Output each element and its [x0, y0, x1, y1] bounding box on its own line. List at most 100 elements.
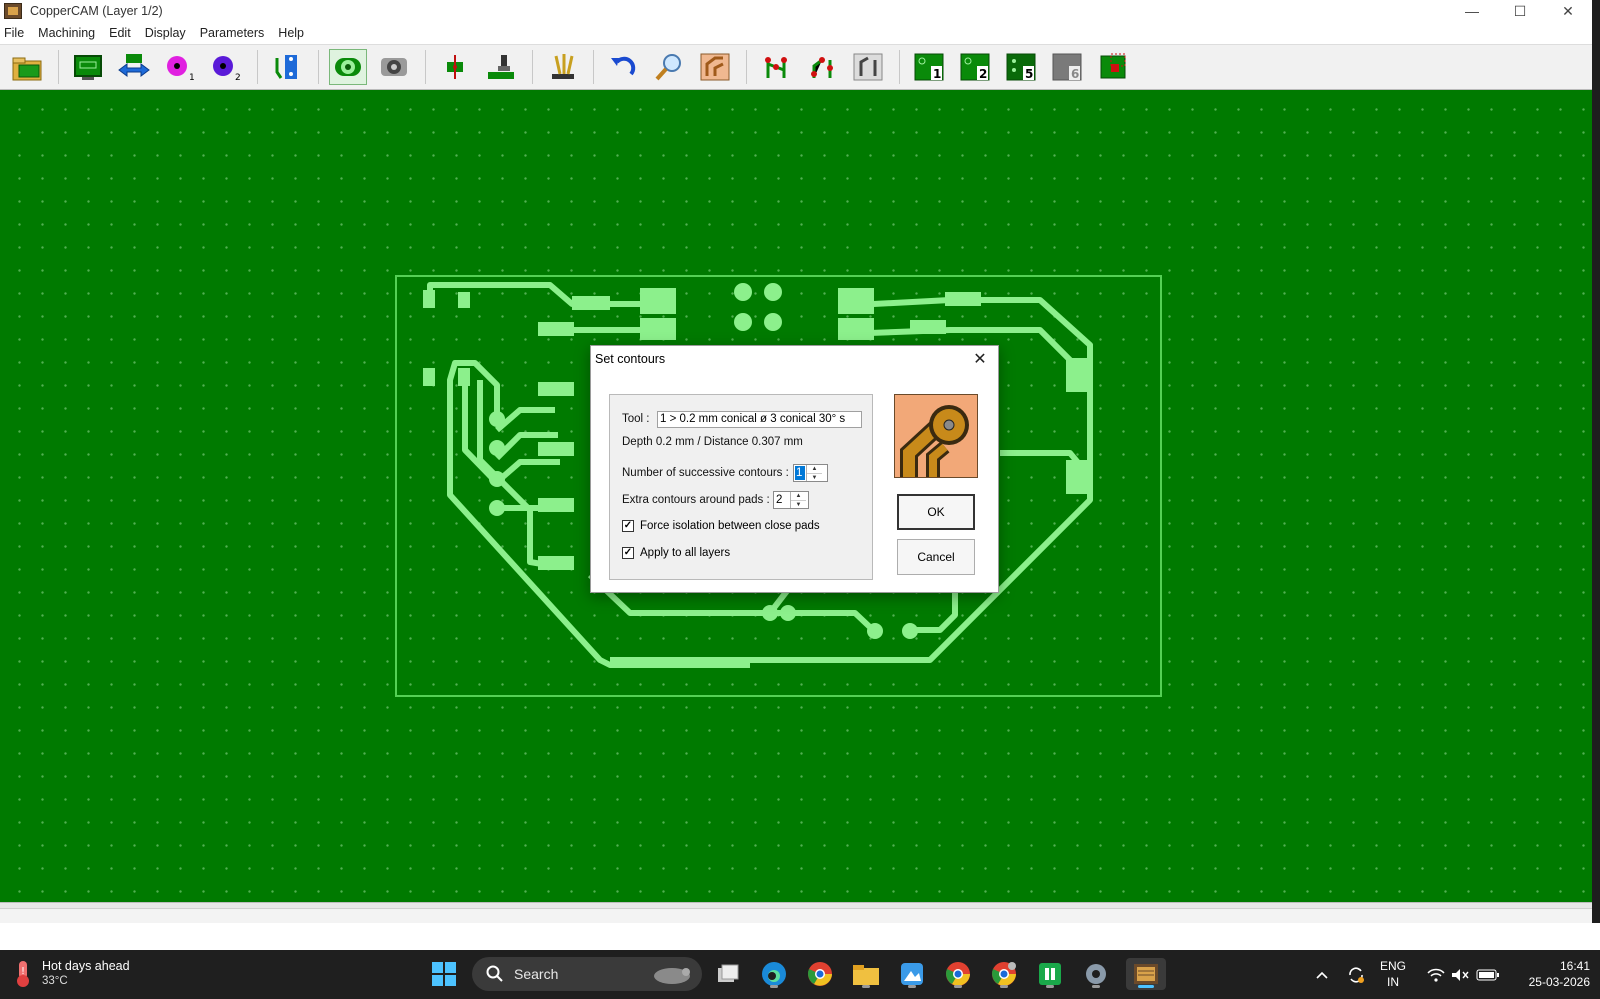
maximize-button[interactable]: ☐	[1496, 0, 1544, 22]
running-indicator	[1046, 985, 1054, 988]
toolbar-separator	[593, 50, 594, 84]
photos-app[interactable]	[896, 958, 928, 990]
apply-all-layers-label: Apply to all layers	[640, 547, 731, 559]
settings-app[interactable]	[1080, 958, 1112, 990]
grey-path-button[interactable]	[849, 49, 887, 85]
layer-1-button[interactable]: 1	[910, 49, 948, 85]
extra-contours-value[interactable]: 2	[774, 492, 790, 508]
chrome-profile-2-app[interactable]	[988, 958, 1020, 990]
milling-button[interactable]	[482, 49, 520, 85]
drill-tool-1-button[interactable]: 1	[161, 49, 199, 85]
force-isolation-check-icon[interactable]: ✓	[622, 520, 634, 532]
contours-stepper-arrows[interactable]: ▲ ▼	[806, 465, 822, 481]
battery-status[interactable]	[1476, 950, 1500, 999]
zoom-button[interactable]	[650, 49, 688, 85]
pcb-board-icon	[74, 55, 102, 80]
sync-icon	[1349, 966, 1364, 983]
tool-select[interactable]: 1 > 0.2 mm conical ø 3 conical 30° s	[657, 411, 862, 428]
dialog-title: Set contours	[595, 352, 666, 366]
windows-logo-icon	[432, 962, 456, 986]
board-view-button[interactable]	[69, 49, 107, 85]
coppercam-taskbar-app[interactable]	[1126, 958, 1166, 990]
tracks-button[interactable]	[268, 49, 306, 85]
language-indicator[interactable]: ENG IN	[1380, 958, 1406, 990]
weather-widget[interactable]: ! Hot days ahead 33°C	[10, 958, 130, 988]
search-icon	[486, 965, 503, 982]
force-isolation-checkbox[interactable]: ✓ Force isolation between close pads	[622, 520, 820, 532]
file-explorer-app[interactable]	[850, 958, 882, 990]
chrome-app[interactable]	[804, 958, 836, 990]
dialog-close-button[interactable]: ✕	[970, 349, 990, 369]
network-status[interactable]	[1426, 950, 1446, 999]
volume-status[interactable]	[1450, 950, 1470, 999]
window-edge	[1592, 0, 1600, 923]
path-red-2-icon	[811, 57, 833, 78]
ok-button[interactable]: OK	[897, 494, 975, 530]
isolation-button[interactable]	[375, 49, 413, 85]
tools-library-button[interactable]	[543, 49, 581, 85]
layer-5-button[interactable]: 5	[1002, 49, 1040, 85]
apply-all-layers-check-icon[interactable]: ✓	[622, 547, 634, 559]
double-arrow-icon	[118, 54, 150, 77]
contours-count-value[interactable]: 1	[795, 466, 805, 480]
battery-icon	[1476, 969, 1499, 980]
tray-overflow-button[interactable]	[1314, 950, 1330, 999]
layer-6-button[interactable]: 6	[1048, 49, 1086, 85]
set-contours-dialog: Set contours ✕ Tool : 1 > 0.2 mm conical…	[590, 345, 999, 593]
drill-tool-2-button[interactable]: 2	[207, 49, 245, 85]
chevron-up-icon[interactable]: ▲	[791, 492, 806, 501]
menu-machining[interactable]: Machining	[31, 26, 102, 40]
extra-stepper-arrows[interactable]: ▲ ▼	[790, 492, 806, 508]
layer-2-button[interactable]: 2	[956, 49, 994, 85]
minimize-button[interactable]: —	[1448, 0, 1496, 22]
chevron-up-icon[interactable]: ▲	[807, 465, 822, 474]
open-file-button[interactable]	[8, 49, 46, 85]
menu-edit[interactable]: Edit	[102, 26, 138, 40]
undo-button[interactable]	[604, 49, 642, 85]
red-path-button[interactable]	[757, 49, 795, 85]
green-app[interactable]	[1034, 958, 1066, 990]
copper-view-button[interactable]	[696, 49, 734, 85]
chevron-down-icon[interactable]: ▼	[807, 474, 822, 482]
horizontal-scrollbar[interactable]	[0, 908, 1592, 923]
pad-track-preview-icon	[895, 395, 977, 486]
layer-5-icon: 5	[1006, 53, 1036, 81]
taskbar-search-box[interactable]: Search	[472, 957, 702, 991]
menu-parameters[interactable]: Parameters	[193, 26, 272, 40]
dimensions-button[interactable]	[115, 49, 153, 85]
clock-date: 25-03-2026	[1528, 975, 1590, 989]
chrome-profile-app[interactable]	[942, 958, 974, 990]
apply-all-layers-checkbox[interactable]: ✓ Apply to all layers	[622, 547, 730, 559]
window-controls: — ☐ ✕	[1448, 0, 1592, 22]
coppercam-app-icon	[1134, 964, 1158, 984]
sync-status[interactable]	[1346, 950, 1366, 999]
edge-browser-icon	[762, 962, 786, 986]
magnifier-icon	[655, 54, 681, 81]
taskbar-clock[interactable]: 16:41 25-03-2026	[1514, 958, 1590, 990]
running-indicator	[1092, 985, 1100, 988]
close-window-button[interactable]: ✕	[1544, 0, 1592, 22]
layer-5-label: 5	[1025, 67, 1033, 81]
toolbar: 1 2 1 2 5 6	[0, 44, 1592, 90]
panelize-button[interactable]	[1094, 49, 1132, 85]
chevron-up-icon	[1316, 971, 1328, 979]
menu-display[interactable]: Display	[138, 26, 193, 40]
set-contours-button[interactable]	[329, 49, 367, 85]
menu-help[interactable]: Help	[271, 26, 311, 40]
extra-contours-label: Extra contours around pads :	[622, 494, 770, 506]
layer-2-icon: 2	[960, 53, 990, 81]
coppercam-app-icon	[4, 3, 22, 19]
start-button[interactable]	[428, 958, 460, 990]
magenta-drill-icon: 1	[167, 56, 195, 82]
extra-contours-stepper[interactable]: 2 ▲ ▼	[773, 491, 809, 509]
task-view-button[interactable]	[712, 958, 744, 990]
green-tile-icon	[1039, 963, 1061, 985]
edge-app[interactable]	[758, 958, 790, 990]
menu-file[interactable]: File	[0, 26, 31, 40]
cancel-button[interactable]: Cancel	[897, 539, 975, 575]
toolbar-separator	[425, 50, 426, 84]
contours-count-stepper[interactable]: 1 ▲ ▼	[793, 464, 828, 482]
red-path-2-button[interactable]	[803, 49, 841, 85]
chevron-down-icon[interactable]: ▼	[791, 501, 806, 509]
origin-button[interactable]	[436, 49, 474, 85]
